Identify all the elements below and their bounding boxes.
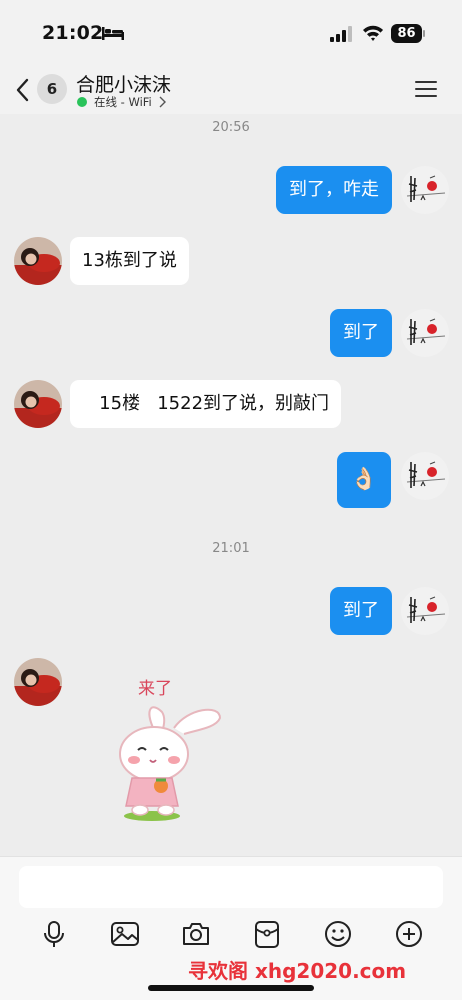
ink-painting-avatar-image [401,452,449,500]
hamburger-menu-icon[interactable] [414,79,438,99]
outgoing-message-bubble[interactable]: 到了 [330,587,392,635]
home-indicator[interactable] [148,985,314,991]
contact-avatar[interactable] [14,658,62,706]
ink-painting-avatar-image [401,309,449,357]
battery-icon: 86 [391,24,425,43]
contact-avatar[interactable] [14,380,62,428]
chevron-right-icon [159,96,166,108]
rabbit-sticker-message[interactable]: 来了 [104,668,230,828]
my-avatar[interactable] [401,587,449,635]
signal-icon [330,26,352,42]
my-avatar[interactable] [401,309,449,357]
my-avatar[interactable] [401,166,449,214]
unread-count-badge[interactable]: 6 [37,74,67,104]
outgoing-emoji-bubble[interactable]: 👌🏻 [337,452,391,508]
status-time: 21:02 [42,22,104,44]
image-icon[interactable] [110,919,140,949]
ink-painting-avatar-image [401,587,449,635]
incoming-message-bubble[interactable]: 15楼 1522到了说，别敲门 [70,380,342,428]
sticker-caption: 来了 [138,679,172,699]
battery-tip [423,30,425,37]
presence-text: 在线 - WiFi [94,95,152,109]
contact-avatar[interactable] [14,237,62,285]
outgoing-message-bubble[interactable]: 到了 [330,309,392,357]
contact-photo-image [14,380,62,428]
wifi-icon [363,25,383,41]
status-bar: 21:02 86 [0,0,462,64]
contact-photo-image [14,658,62,706]
contact-photo-image [14,237,62,285]
chat-title[interactable]: 合肥小沫沫 [76,70,171,97]
plus-icon[interactable] [394,919,424,949]
microphone-icon[interactable] [39,919,69,949]
message-list[interactable] [0,114,462,856]
message-input[interactable] [19,866,443,908]
watermark-text: 寻欢阁 xhg2020.com [188,959,407,983]
online-dot [77,97,87,107]
presence-status[interactable]: 在线 - WiFi [77,95,167,109]
input-panel: 寻欢阁 xhg2020.com [0,856,462,1000]
bed-icon [102,27,124,40]
battery-level: 86 [391,24,422,43]
message-timestamp: 21:01 [212,541,250,556]
outgoing-message-bubble[interactable]: 到了，咋走 [276,166,392,214]
my-avatar[interactable] [401,452,449,500]
emoji-icon[interactable] [323,919,353,949]
incoming-message-bubble[interactable]: 13栋到了说 [70,237,189,285]
message-timestamp: 20:56 [212,120,250,135]
camera-icon[interactable] [181,919,211,949]
ink-painting-avatar-image [401,166,449,214]
red-packet-icon[interactable] [252,919,282,949]
chevron-left-icon[interactable] [14,78,32,102]
chat-header: 6 合肥小沫沫 在线 - WiFi [0,64,462,114]
